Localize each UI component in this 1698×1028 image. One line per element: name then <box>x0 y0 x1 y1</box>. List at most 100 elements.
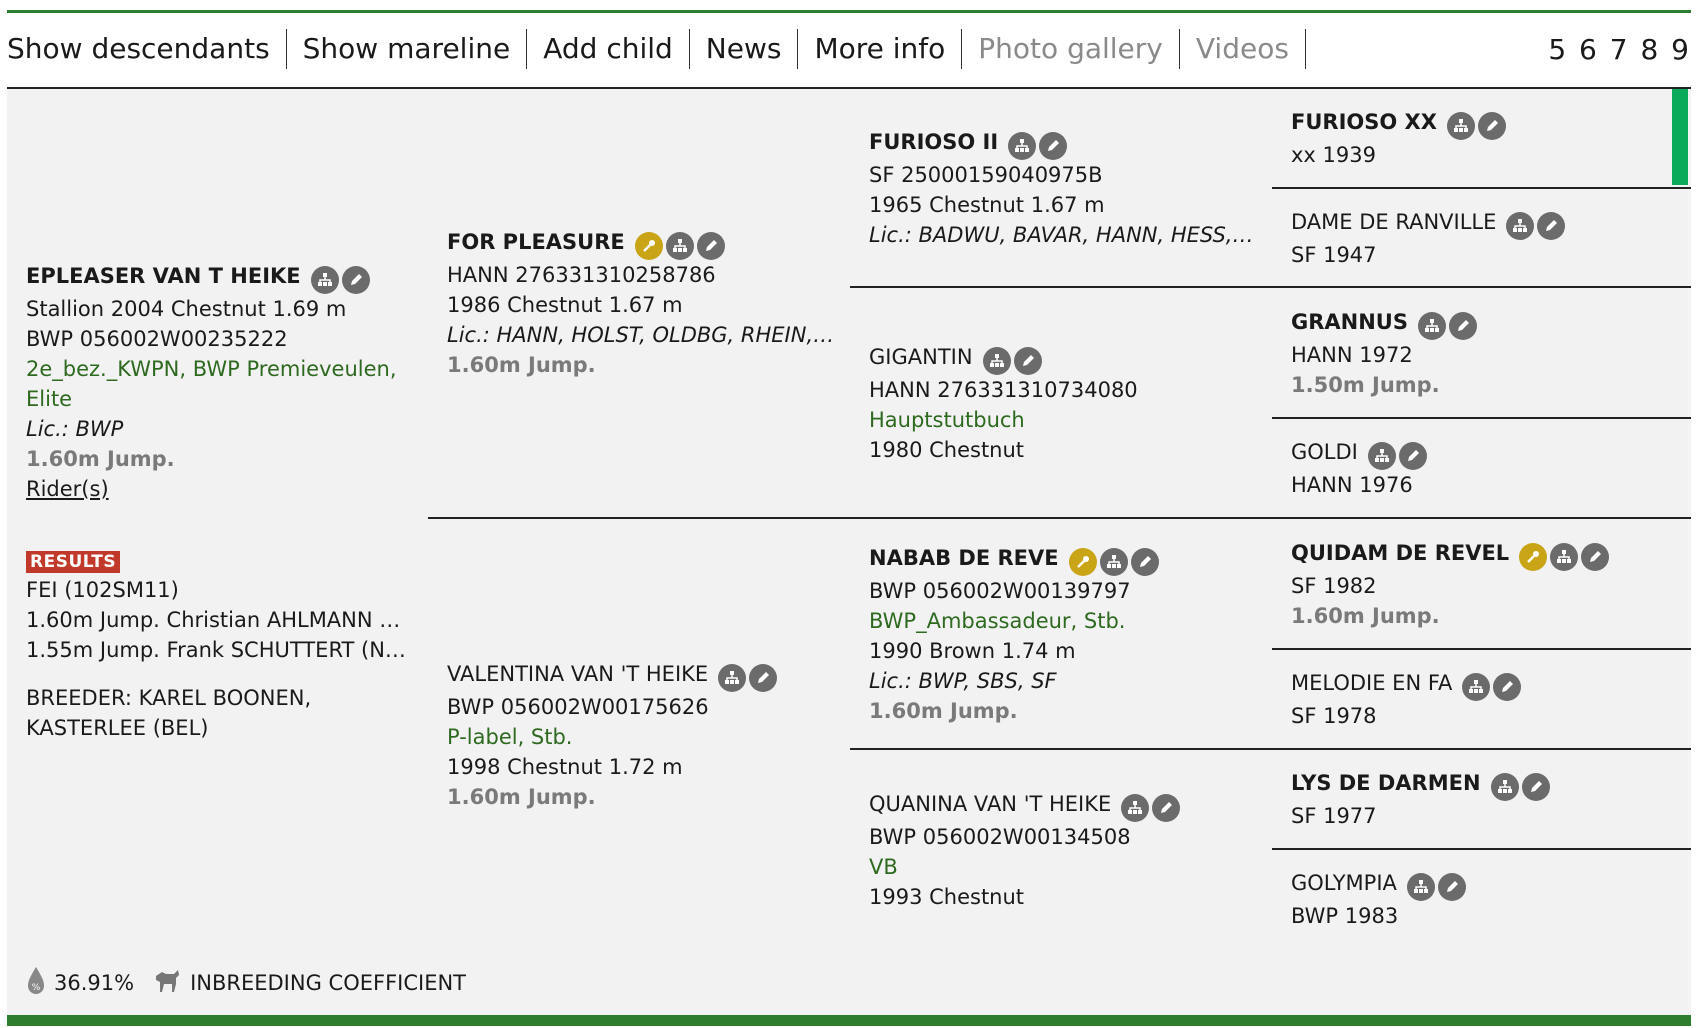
pedigree-icon[interactable] <box>1446 112 1475 140</box>
great-grandparent-info: BWP 1983 <box>1291 904 1399 928</box>
result-row[interactable]: 1.55m Jump. Frank SCHUTTERT (NED),... <box>26 635 406 665</box>
riders-link[interactable]: Rider(s) <box>26 477 109 501</box>
pedigree-icon[interactable] <box>1550 543 1579 571</box>
dam-dam-name[interactable]: QUANINA VAN 'T HEIKE <box>869 792 1111 816</box>
edit-icon[interactable] <box>341 266 370 294</box>
nav-news[interactable]: News <box>690 29 799 69</box>
bottom-border <box>7 1015 1691 1026</box>
dam-dam-horse: QUANINA VAN 'T HEIKE BWP 056002W00134508… <box>869 789 1259 912</box>
edit-icon[interactable] <box>696 232 725 260</box>
sire-dam-registration: HANN 276331310734080 <box>869 378 1138 402</box>
great-grandparent-name[interactable]: GOLYMPIA <box>1291 871 1397 895</box>
edit-icon[interactable] <box>1437 873 1466 901</box>
pedigree-icon[interactable] <box>718 664 747 692</box>
dam-name[interactable]: VALENTINA VAN 'T HEIKE <box>447 662 708 686</box>
subject-predicates: 2e_bez._KWPN, BWP Premieveulen, Elite <box>26 357 397 411</box>
great-grandparent-info: HANN 1976 <box>1291 473 1413 497</box>
nav-show-mareline[interactable]: Show mareline <box>287 29 528 69</box>
inbreeding-percent: 36.91% <box>54 970 135 995</box>
dam-sire-registration: BWP 056002W00139797 <box>869 579 1131 603</box>
dam-dam-info: 1993 Chestnut <box>869 885 1025 909</box>
edit-icon[interactable] <box>1493 673 1522 701</box>
dam-sire-sport-level: 1.60m Jump. <box>869 699 1018 723</box>
stallion-key-icon[interactable] <box>1068 548 1097 576</box>
sire-sport-level: 1.60m Jump. <box>447 353 596 377</box>
sire-sire-horse: FURIOSO II SF 25000159040975B 1965 Chest… <box>869 127 1259 250</box>
divider-gen3-3 <box>1272 648 1691 650</box>
pedigree-icon[interactable] <box>665 232 694 260</box>
edit-icon[interactable] <box>1449 312 1477 340</box>
edit-icon[interactable] <box>1039 132 1068 160</box>
edit-icon[interactable] <box>1477 112 1506 140</box>
dam-sire-predicates: BWP_Ambassadeur, Stb. <box>869 609 1126 633</box>
inbreeding-footer: % 36.91% INBREEDING COEFFICIENT <box>26 965 466 1000</box>
pedigree-icon[interactable] <box>1367 442 1396 470</box>
great-grandparent-name[interactable]: DAME DE RANVILLE <box>1291 210 1496 234</box>
dam-info: 1998 Chestnut 1.72 m <box>447 755 683 779</box>
sire-licences: Lic.: HANN, HOLST, OLDBG, RHEIN, SBS, ..… <box>447 323 837 347</box>
great-grandparent-info: xx 1939 <box>1291 143 1376 167</box>
edit-icon[interactable] <box>1013 347 1042 375</box>
great-grandparent-name[interactable]: MELODIE EN FA <box>1291 671 1452 695</box>
subject-results: RESULTS FEI (102SM11) 1.60m Jump. Christ… <box>26 545 406 743</box>
dam-sire-name[interactable]: NABAB DE REVE <box>869 546 1059 570</box>
divider-gen3-1 <box>1272 187 1691 189</box>
pedigree-icon[interactable] <box>1099 548 1128 576</box>
great-grandparent-info: SF 1947 <box>1291 243 1377 267</box>
sire-registration: HANN 276331310258786 <box>447 263 716 287</box>
fei-id: FEI (102SM11) <box>26 578 179 602</box>
great-grandparent: GOLYMPIA BWP 1983 <box>1291 868 1671 931</box>
great-grandparent-name[interactable]: LYS DE DARMEN <box>1291 771 1481 795</box>
nav-show-descendants[interactable]: Show descendants <box>7 29 287 69</box>
great-grandparent-name[interactable]: QUIDAM DE REVEL <box>1291 541 1509 565</box>
result-row[interactable]: 1.60m Jump. Christian AHLMANN (GE... <box>26 605 406 635</box>
edit-icon[interactable] <box>1398 442 1427 470</box>
pedigree-icon[interactable] <box>1121 794 1150 822</box>
great-grandparent-name[interactable]: FURIOSO XX <box>1291 110 1437 134</box>
stallion-key-icon[interactable] <box>634 232 663 260</box>
dam-dam-registration: BWP 056002W00134508 <box>869 825 1131 849</box>
pedigree-icon[interactable] <box>1506 212 1535 240</box>
edit-icon[interactable] <box>1521 773 1550 801</box>
edit-icon[interactable] <box>1537 212 1566 240</box>
nav-more-info[interactable]: More info <box>798 29 963 69</box>
sire-sire-name[interactable]: FURIOSO II <box>869 130 998 154</box>
inbreeding-label[interactable]: INBREEDING COEFFICIENT <box>190 971 466 995</box>
great-grandparent: MELODIE EN FA SF 1978 <box>1291 668 1671 731</box>
edit-icon[interactable] <box>749 664 778 692</box>
pedigree-icon[interactable] <box>1490 773 1519 801</box>
svg-text:%: % <box>32 983 41 993</box>
great-grandparent-name[interactable]: GRANNUS <box>1291 310 1408 334</box>
top-nav: Show descendants Show mareline Add child… <box>7 28 1691 70</box>
divider-gen1 <box>428 517 1691 519</box>
subject-info: Stallion 2004 Chestnut 1.69 m <box>26 297 347 321</box>
edit-icon[interactable] <box>1130 548 1159 576</box>
pedigree-icon[interactable] <box>1406 873 1435 901</box>
results-badge[interactable]: RESULTS <box>26 551 121 573</box>
pedigree-icon[interactable] <box>1008 132 1037 160</box>
subject-licences: Lic.: BWP <box>26 417 124 441</box>
stallion-key-icon[interactable] <box>1519 543 1548 571</box>
breeder: BREEDER: KAREL BOONEN, KASTERLEE (BEL) <box>26 686 312 740</box>
dam-sire-info: 1990 Brown 1.74 m <box>869 639 1076 663</box>
pedigree-icon[interactable] <box>1418 312 1446 340</box>
pedigree-icon[interactable] <box>982 347 1011 375</box>
great-grandparent-name[interactable]: GOLDI <box>1291 440 1358 464</box>
sire-dam-name[interactable]: GIGANTIN <box>869 345 973 369</box>
edit-icon[interactable] <box>1581 543 1610 571</box>
subject-name[interactable]: EPLEASER VAN T HEIKE <box>26 264 301 288</box>
horse-icon[interactable] <box>152 966 182 999</box>
sire-dam-info: 1980 Chestnut <box>869 438 1025 462</box>
sire-dam-predicates: Hauptstutbuch <box>869 408 1025 432</box>
pedigree-icon[interactable] <box>310 266 339 294</box>
sire-sire-info: 1965 Chestnut 1.67 m <box>869 193 1105 217</box>
sire-name[interactable]: FOR PLEASURE <box>447 230 625 254</box>
edit-icon[interactable] <box>1152 794 1181 822</box>
nav-add-child[interactable]: Add child <box>527 29 690 69</box>
sire-horse: FOR PLEASURE HANN 276331310258786 1986 C… <box>447 227 837 380</box>
pedigree-icon[interactable] <box>1462 673 1491 701</box>
great-grandparent: QUIDAM DE REVEL SF 1982 1.60m Jump. <box>1291 538 1671 631</box>
dam-sire-licences: Lic.: BWP, SBS, SF <box>869 669 1057 693</box>
generation-selector[interactable]: 5 6 7 8 9 <box>1548 33 1691 66</box>
divider-gen2-bottom <box>850 748 1691 750</box>
